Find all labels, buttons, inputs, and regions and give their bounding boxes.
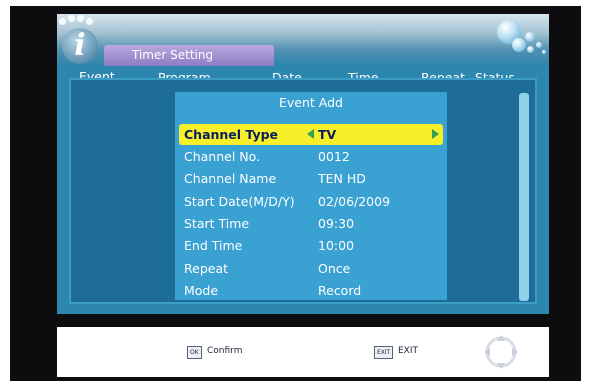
field-label: Start Time bbox=[184, 216, 250, 231]
field-channel-name[interactable]: Channel Name TEN HD bbox=[175, 168, 447, 189]
paw-toe-icon bbox=[86, 18, 93, 25]
field-value: Once bbox=[318, 261, 351, 276]
field-channel-no[interactable]: Channel No. 0012 bbox=[175, 146, 447, 167]
footer-legend: OK Confirm EXIT EXIT bbox=[57, 327, 549, 377]
dpad-icon bbox=[484, 335, 518, 369]
field-label: Channel Name bbox=[184, 171, 277, 186]
field-label: Repeat bbox=[184, 261, 229, 276]
field-end-time[interactable]: End Time 10:00 bbox=[175, 235, 447, 256]
arrow-right-icon[interactable] bbox=[432, 129, 439, 139]
field-channel-type[interactable]: Channel Type TV bbox=[179, 124, 443, 145]
ok-key-icon: OK bbox=[187, 346, 202, 359]
field-start-time[interactable]: Start Time 09:30 bbox=[175, 213, 447, 234]
field-value: 0012 bbox=[318, 149, 350, 164]
field-mode[interactable]: Mode Record bbox=[175, 280, 447, 301]
info-i-icon: i bbox=[62, 28, 98, 64]
field-value: TV bbox=[318, 127, 337, 142]
field-label: Mode bbox=[184, 283, 219, 298]
timer-setting-screen: i Timer Setting Event Program Date Time … bbox=[57, 14, 549, 314]
arrow-left-icon[interactable] bbox=[307, 129, 314, 139]
field-label: Channel Type bbox=[184, 127, 279, 142]
confirm-label: Confirm bbox=[207, 346, 243, 356]
page-title: Timer Setting bbox=[104, 45, 274, 66]
paw-toe-icon bbox=[77, 15, 84, 22]
field-value: 02/06/2009 bbox=[318, 194, 391, 209]
field-value: Record bbox=[318, 283, 362, 298]
paw-toe-icon bbox=[59, 18, 66, 25]
field-repeat[interactable]: Repeat Once bbox=[175, 258, 447, 279]
field-start-date[interactable]: Start Date(M/D/Y) 02/06/2009 bbox=[175, 191, 447, 212]
event-add-dialog: Event Add Channel Type TV Channel No. 00… bbox=[175, 92, 447, 300]
field-label: Start Date(M/D/Y) bbox=[184, 194, 295, 209]
field-label: End Time bbox=[184, 238, 243, 253]
field-value: TEN HD bbox=[318, 171, 366, 186]
exit-label: EXIT bbox=[398, 346, 419, 356]
field-value: 10:00 bbox=[318, 238, 355, 253]
exit-key-icon: EXIT bbox=[374, 346, 394, 359]
scrollbar[interactable] bbox=[519, 93, 529, 301]
field-label: Channel No. bbox=[184, 149, 261, 164]
field-value: 09:30 bbox=[318, 216, 355, 231]
dialog-title: Event Add bbox=[279, 95, 343, 110]
paw-toe-icon bbox=[68, 15, 75, 22]
